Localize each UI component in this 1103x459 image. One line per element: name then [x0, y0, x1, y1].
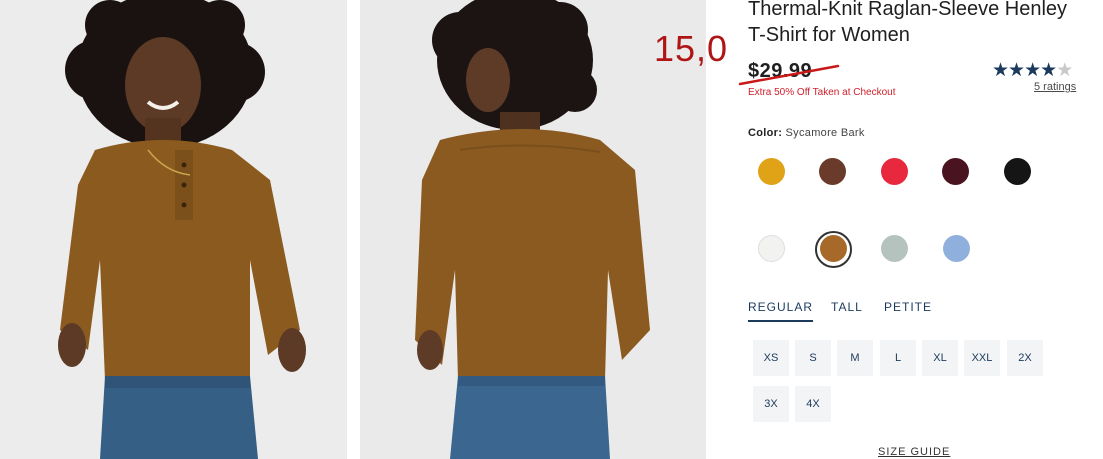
- size-button-4x[interactable]: 4X: [795, 386, 831, 422]
- swatch-light-blue[interactable]: [943, 235, 970, 262]
- tab-regular[interactable]: REGULAR: [748, 300, 814, 322]
- tab-petite[interactable]: PETITE: [884, 300, 932, 314]
- star-filled-icon: ★: [1024, 60, 1041, 81]
- size-button-xs[interactable]: XS: [753, 340, 789, 376]
- size-button-xl[interactable]: XL: [922, 340, 958, 376]
- star-filled-icon: ★: [992, 60, 1009, 81]
- size-button-s[interactable]: S: [795, 340, 831, 376]
- star-filled-icon: ★: [1040, 60, 1057, 81]
- swatch-burgundy[interactable]: [942, 158, 969, 185]
- swatch-brown[interactable]: [819, 158, 846, 185]
- swatch-mustard[interactable]: [758, 158, 785, 185]
- size-button-l[interactable]: L: [880, 340, 916, 376]
- tab-tall[interactable]: TALL: [831, 300, 863, 314]
- color-label: Color: Sycamore Bark: [748, 127, 865, 139]
- handwritten-price-annotation: 15,0: [654, 28, 729, 69]
- price-block: $29.99: [738, 60, 840, 86]
- swatch-sage[interactable]: [881, 235, 908, 262]
- discount-note: Extra 50% Off Taken at Checkout: [748, 87, 896, 98]
- swatch-red[interactable]: [881, 158, 908, 185]
- product-title: Thermal-Knit Raglan-Sleeve Henley T-Shir…: [748, 0, 1068, 46]
- size-button-2x[interactable]: 2X: [1007, 340, 1043, 376]
- swatch-sycamore-bark[interactable]: [820, 235, 847, 262]
- star-empty-icon: ★: [1056, 60, 1073, 81]
- size-button-m[interactable]: M: [837, 340, 873, 376]
- size-guide-link[interactable]: SIZE GUIDE: [878, 446, 950, 458]
- swatch-white[interactable]: [758, 235, 785, 262]
- model-front-photo: [0, 0, 347, 459]
- color-label-title: Color:: [748, 127, 783, 139]
- product-photo-front[interactable]: [0, 0, 347, 459]
- star-filled-icon: ★: [1008, 60, 1025, 81]
- swatch-black[interactable]: [1004, 158, 1031, 185]
- strikethrough-mark: [738, 64, 840, 86]
- size-button-3x[interactable]: 3X: [753, 386, 789, 422]
- rating-stars: ★★★★★: [992, 59, 1073, 82]
- ratings-link[interactable]: 5 ratings: [1034, 81, 1076, 93]
- size-button-xxl[interactable]: XXL: [964, 340, 1000, 376]
- selected-color-name: Sycamore Bark: [785, 127, 865, 139]
